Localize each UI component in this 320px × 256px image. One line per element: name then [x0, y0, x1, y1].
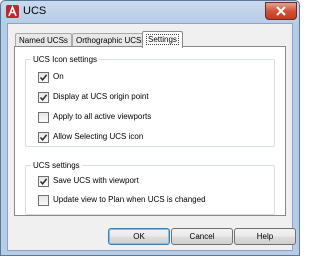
ucs-dialog: UCS Named UCSs Orthographic UCSs Setting…: [0, 0, 300, 256]
help-button[interactable]: Help: [234, 228, 296, 245]
settings-panel: UCS Icon settings On Display at UCS orig…: [14, 46, 286, 216]
checkmark-icon: [39, 94, 48, 101]
checkmark-icon: [39, 178, 48, 185]
close-icon: [276, 6, 286, 16]
dialog-body: Named UCSs Orthographic UCSs Settings UC…: [7, 23, 296, 251]
display-at-origin-checkbox[interactable]: [38, 92, 49, 103]
tab-named-ucss-label: Named UCSs: [19, 36, 68, 45]
save-ucs-viewport-label: Save UCS with viewport: [53, 176, 139, 185]
window-title: UCS: [23, 5, 47, 17]
allow-selecting-icon-checkbox[interactable]: [38, 132, 49, 143]
on-checkbox[interactable]: [38, 72, 49, 83]
on-label: On: [53, 72, 64, 81]
autocad-app-icon: [6, 5, 19, 18]
ucs-settings-label: UCS settings: [31, 161, 82, 170]
title-bar[interactable]: UCS: [1, 1, 299, 23]
update-view-plan-label: Update view to Plan when UCS is changed: [53, 195, 206, 204]
tab-orthographic-ucss-label: Orthographic UCSs: [76, 36, 146, 45]
cancel-button[interactable]: Cancel: [171, 228, 233, 245]
close-button[interactable]: [265, 2, 297, 20]
checkmark-icon: [39, 134, 48, 141]
ucs-settings-group: UCS settings Save UCS with viewport Upda…: [25, 161, 275, 215]
tab-named-ucss[interactable]: Named UCSs: [15, 33, 72, 47]
allow-selecting-icon-label: Allow Selecting UCS icon: [53, 132, 144, 141]
apply-all-viewports-checkbox[interactable]: [38, 112, 49, 123]
checkmark-icon: [39, 74, 48, 81]
save-ucs-viewport-checkbox[interactable]: [38, 176, 49, 187]
display-at-origin-label: Display at UCS origin point: [53, 92, 149, 101]
ucs-icon-settings-group: UCS Icon settings On Display at UCS orig…: [25, 55, 275, 147]
apply-all-viewports-label: Apply to all active viewports: [53, 112, 152, 121]
ucs-icon-settings-label: UCS Icon settings: [31, 55, 100, 64]
tab-settings[interactable]: Settings: [142, 31, 183, 48]
tab-orthographic-ucss[interactable]: Orthographic UCSs: [72, 33, 150, 47]
update-view-plan-checkbox[interactable]: [38, 195, 49, 206]
tab-settings-label: Settings: [146, 34, 179, 45]
ok-button[interactable]: OK: [108, 228, 170, 245]
